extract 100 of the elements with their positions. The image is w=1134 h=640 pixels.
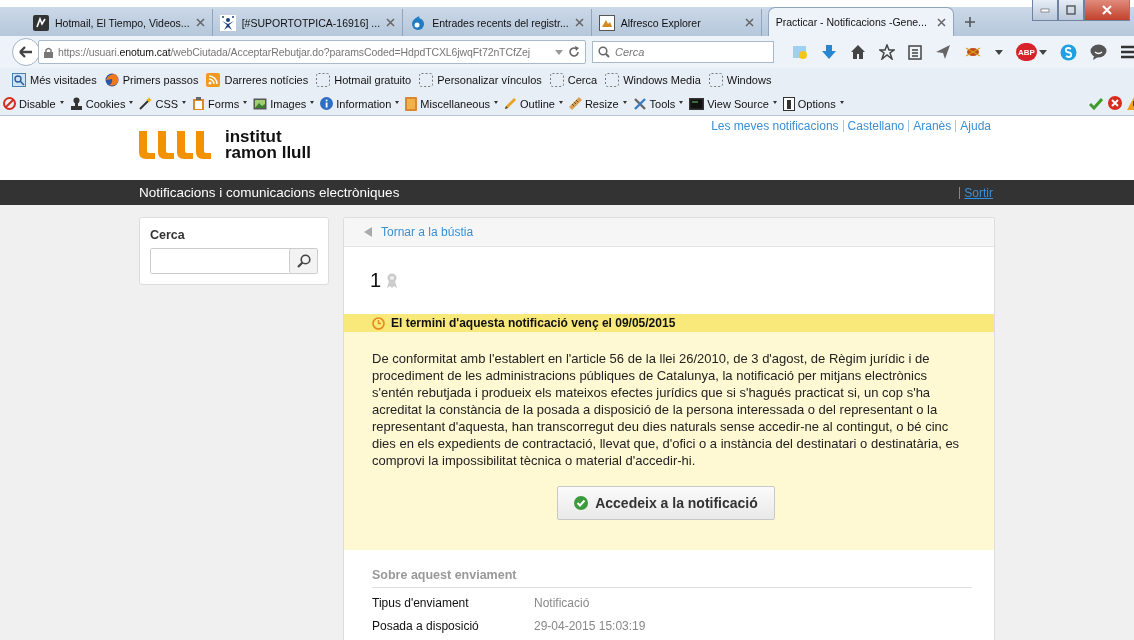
minimize-button[interactable] <box>1032 0 1058 21</box>
picture-frame-icon <box>598 14 615 31</box>
reload-icon[interactable] <box>568 46 580 58</box>
close-icon[interactable] <box>744 18 754 27</box>
logo-text: institut <box>225 129 283 145</box>
dashed-page-icon <box>316 73 331 87</box>
book-icon <box>405 96 418 111</box>
header-link[interactable]: Castellano <box>842 120 909 132</box>
caret-icon <box>59 101 64 104</box>
dashed-page-icon <box>419 73 434 87</box>
square-icon <box>33 14 49 31</box>
toolbar-menu[interactable]: Tools <box>632 96 684 111</box>
toolbar-menu[interactable]: Miscellaneous <box>405 96 499 111</box>
caret-icon <box>395 101 400 104</box>
bookmark[interactable]: Hotmail gratuito <box>316 73 412 87</box>
restore-icon <box>1066 5 1076 15</box>
panel-icon <box>782 96 795 111</box>
info-icon <box>320 97 334 110</box>
ruler-icon <box>568 97 582 110</box>
error-icon[interactable] <box>1108 96 1122 110</box>
toolbar-menu[interactable]: Options <box>782 96 844 111</box>
dashed-page-icon <box>549 73 564 87</box>
access-button[interactable]: Accedeix a la notificació <box>557 486 775 520</box>
notice-paragraph: De conformitat amb l'establert en l'article 56 de la llei 26/2010, de 3 d'agost, de Règim jurídic i de procediment de les administracions públiques de Catalunya, la notificació per mitjans electrònics s'entén rebutjada i produeix els mateixos efectes jurídics que si s'hagués practicat si, un cop s'ha acreditat la constància de la posada a disposició de la persona interessada o del representant o la representant d'aquesta, han transcorregut deu dies naturals sense accedir-ne al contingut, o bé cinc dies en els expedients de contractació, llevat que, d'ofici o a instància del destinatari o destinatària, es comprovi la impossibilitat tècnica o material d'accedir-hi. <box>372 350 961 469</box>
chat-bubble-icon[interactable] <box>1089 44 1107 60</box>
picture-icon <box>253 97 268 110</box>
logo-icon <box>139 131 211 159</box>
restore-button[interactable] <box>1058 0 1084 21</box>
back-arrow-icon <box>19 46 33 58</box>
bookmark[interactable]: Més visitades <box>12 73 97 87</box>
search-input[interactable]: Cerca <box>615 46 765 58</box>
detail-label: Posada a disposició <box>372 619 480 633</box>
rosette-icon <box>386 272 399 289</box>
toolbar-menu[interactable]: Cookies <box>69 97 134 110</box>
dashed-page-icon <box>708 73 723 87</box>
caret-icon <box>839 101 844 104</box>
deadline-text: El termini d'aquesta notificació venç el 09/05/2015 <box>391 316 676 330</box>
new-tab-icon[interactable] <box>963 16 976 28</box>
search-button[interactable] <box>289 249 317 273</box>
back-button[interactable] <box>12 38 40 66</box>
logout-link[interactable]: Sortir <box>959 186 993 199</box>
search-field[interactable]: Cerca <box>592 41 774 63</box>
section-heading: Sobre aquest enviament <box>372 568 972 588</box>
header-link[interactable]: Aranès <box>908 120 956 132</box>
toolbar-menu[interactable]: Information <box>320 97 400 110</box>
bookmark[interactable]: Personalizar vínculos <box>419 73 542 87</box>
close-icon[interactable] <box>195 18 205 27</box>
close-icon[interactable] <box>386 18 396 27</box>
detail-label: Tipus d'enviament <box>372 596 470 610</box>
caret-icon <box>558 101 563 104</box>
menu-icon[interactable] <box>1119 45 1134 59</box>
list-icon[interactable] <box>908 44 922 60</box>
magnifier-page-icon <box>12 73 26 87</box>
magic-wand-icon <box>139 97 153 110</box>
adblock-button[interactable]: ABP <box>1016 43 1037 61</box>
header-link[interactable]: Les meves notificacions <box>707 120 843 132</box>
bookmark[interactable]: Cerca <box>549 73 598 87</box>
stamp-icon <box>69 97 83 110</box>
toolbar-menu[interactable]: Disable <box>3 97 64 110</box>
bookmark[interactable]: Windows <box>708 73 772 87</box>
dashed-page-icon <box>605 73 620 87</box>
checkmark-icon[interactable] <box>1089 96 1103 110</box>
star-figure-icon <box>219 14 236 31</box>
search-icon <box>296 254 311 268</box>
toolbar-menu[interactable]: CSS <box>139 97 187 110</box>
bookmark[interactable]: Primers passos <box>104 73 199 87</box>
caret-icon <box>243 101 248 104</box>
bookmark[interactable]: Darreres notícies <box>206 73 309 87</box>
chat-s-icon[interactable] <box>1059 43 1077 61</box>
star-icon[interactable] <box>879 44 895 60</box>
header-link[interactable]: Ajuda <box>955 120 995 132</box>
toolbar-menu[interactable]: Outline <box>504 97 563 110</box>
search-field[interactable] <box>150 248 318 274</box>
feed-icon <box>206 73 221 87</box>
section-title: Notificacions i comunicacions electròniques <box>139 185 400 200</box>
notification-number: 1 <box>370 269 382 292</box>
download-icon[interactable] <box>821 44 837 60</box>
close-icon[interactable] <box>936 17 946 27</box>
globe-icon <box>104 73 119 87</box>
toolbar-menu[interactable]: Resize <box>568 97 627 110</box>
search-icon <box>598 46 610 58</box>
paper-plane-icon[interactable] <box>935 44 951 60</box>
dropdown-icon[interactable] <box>995 49 1003 55</box>
close-button[interactable] <box>1084 0 1130 21</box>
toolbar-menu[interactable]: View Source <box>689 97 777 110</box>
check-circle-icon <box>574 496 589 510</box>
toolbar-menu[interactable]: Images <box>253 97 315 110</box>
home-icon[interactable] <box>850 44 866 60</box>
browser-tab[interactable]: Practicar - Notificacions -Gene... <box>767 7 954 36</box>
address-field[interactable]: https://usuari.enotum.cat/webCiutada/AcceptarRebutjar.do?paramsCoded=HdpdTCXL6jwqFt72nTCfZej <box>38 40 586 64</box>
forbidden-icon <box>3 97 16 110</box>
close-icon <box>1102 5 1112 15</box>
caret-icon <box>182 101 187 104</box>
dropdown-icon[interactable] <box>1038 49 1047 55</box>
minimize-icon <box>1040 7 1050 13</box>
caret-icon <box>622 101 627 104</box>
toolbar-menu[interactable]: Forms <box>192 97 248 110</box>
bookmark[interactable]: Windows Media <box>605 73 701 87</box>
close-icon[interactable] <box>574 18 584 27</box>
tools-icon <box>632 96 647 111</box>
